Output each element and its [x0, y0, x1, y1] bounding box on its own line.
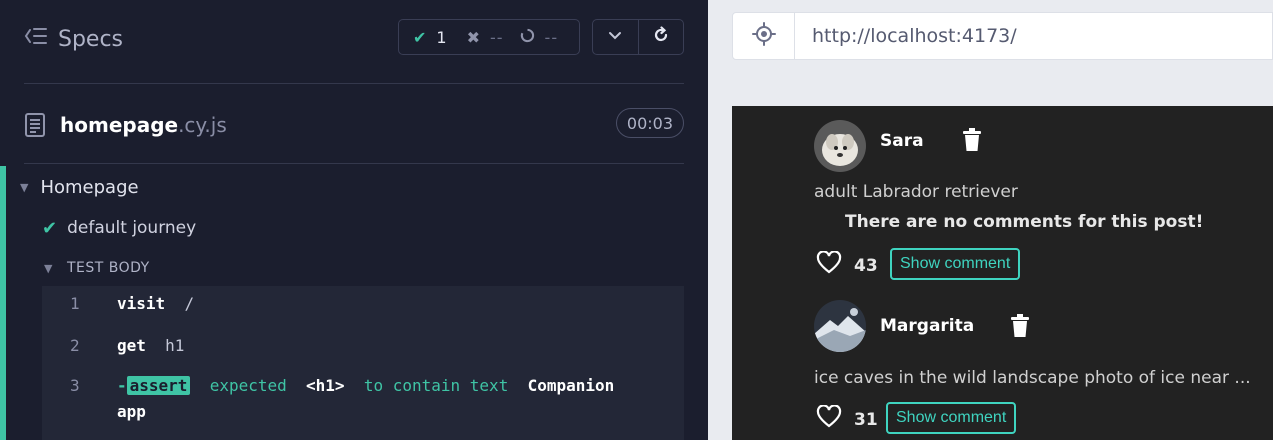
suite-title: Homepage [40, 176, 139, 198]
avatar [814, 120, 866, 172]
run-duration: 00:03 [615, 108, 684, 138]
header-divider [24, 83, 684, 84]
selector-playground-button[interactable] [733, 13, 795, 59]
crosshair-icon [751, 22, 776, 50]
failed-count: -- [490, 27, 504, 47]
command-name: visit [117, 294, 166, 313]
show-comment-button[interactable]: Show comment [886, 402, 1017, 434]
specs-toggle-button[interactable]: Specs [24, 20, 123, 58]
specs-label: Specs [58, 26, 124, 52]
test-title: default journey [67, 218, 197, 238]
suite-homepage[interactable]: ▼ Homepage [20, 174, 139, 200]
spec-file-name[interactable]: homepage [60, 113, 178, 137]
assert-badge: assert [126, 376, 191, 395]
passed-count: 1 [436, 27, 447, 47]
pending-spinner-icon [520, 28, 535, 47]
spec-file-header: homepage .cy.js 00:03 [24, 104, 684, 146]
post-author: Sara [880, 131, 924, 151]
command-number: 3 [70, 376, 80, 395]
aut-url[interactable]: http://localhost:4173/ [812, 25, 1017, 47]
assert-to-contain: to contain text [363, 376, 509, 395]
file-divider [24, 163, 684, 164]
run-controls [592, 19, 684, 55]
command-log: 1 visit / 2 get h1 3 - assert expected <h… [42, 286, 684, 440]
heart-icon[interactable] [816, 404, 842, 434]
post-caption: adult Labrador retriever [814, 182, 1018, 202]
heart-icon[interactable] [816, 250, 842, 280]
check-icon: ✔ [413, 27, 427, 47]
specs-list-icon [24, 25, 48, 53]
likes: 43 [816, 250, 878, 280]
assert-dash: - [117, 376, 127, 395]
document-icon [24, 112, 46, 138]
test-default-journey[interactable]: ✔ default journey [42, 216, 196, 240]
trash-icon[interactable] [1010, 314, 1030, 338]
command-name: get [117, 336, 146, 355]
command-arg: h1 [165, 336, 185, 355]
failed-stat: ✖ -- [447, 28, 504, 47]
pending-stat: -- [504, 28, 559, 47]
post-author: Margarita [880, 316, 975, 336]
test-body-toggle[interactable]: ▼ TEST BODY [44, 258, 150, 278]
command-arg: / [184, 294, 195, 313]
pass-status-bar [0, 166, 6, 440]
assert-expected: expected [209, 376, 287, 395]
chevron-down-icon [606, 26, 624, 48]
reporter-header: Specs ✔ 1 ✖ -- -- [0, 0, 708, 84]
show-comment-button[interactable]: Show comment [890, 248, 1021, 280]
rerun-tests-button[interactable] [637, 20, 683, 54]
chevron-down-icon: ▼ [44, 261, 53, 275]
assert-selector: <h1> [306, 376, 345, 395]
refresh-icon [652, 26, 670, 48]
like-count: 31 [854, 409, 878, 430]
assert-value: Companion [527, 376, 615, 395]
likes: 31 [816, 404, 878, 434]
pending-count: -- [544, 27, 559, 47]
cross-icon: ✖ [466, 27, 480, 47]
collapse-all-button[interactable] [593, 20, 638, 54]
chevron-down-icon: ▼ [20, 180, 29, 194]
test-stats: ✔ 1 ✖ -- -- [398, 19, 580, 55]
runnables-list: ▼ Homepage ✔ default journey ▼ TEST BODY… [0, 166, 708, 440]
passed-stat: ✔ 1 [399, 28, 447, 47]
like-count: 43 [854, 255, 878, 276]
url-bar: http://localhost:4173/ [732, 12, 1273, 60]
app-viewport: Sara adult Labrador retriever There are … [732, 106, 1273, 440]
no-comments-message: There are no comments for this post! [845, 212, 1204, 232]
aut-panel: http://localhost:4173/ Sara adult Labrad… [708, 0, 1273, 440]
assert-value-continued: app [117, 402, 146, 421]
reporter-panel: Specs ✔ 1 ✖ -- -- homepage .cy.js 00:03 … [0, 0, 708, 440]
command-number: 2 [70, 336, 80, 355]
avatar [814, 300, 866, 352]
test-body-label: TEST BODY [66, 260, 150, 276]
trash-icon[interactable] [962, 128, 982, 152]
command-number: 1 [70, 294, 80, 313]
spec-file-extension: .cy.js [178, 113, 227, 137]
post-caption: ice caves in the wild landscape photo of… [814, 368, 1251, 388]
check-icon: ✔ [42, 217, 58, 239]
